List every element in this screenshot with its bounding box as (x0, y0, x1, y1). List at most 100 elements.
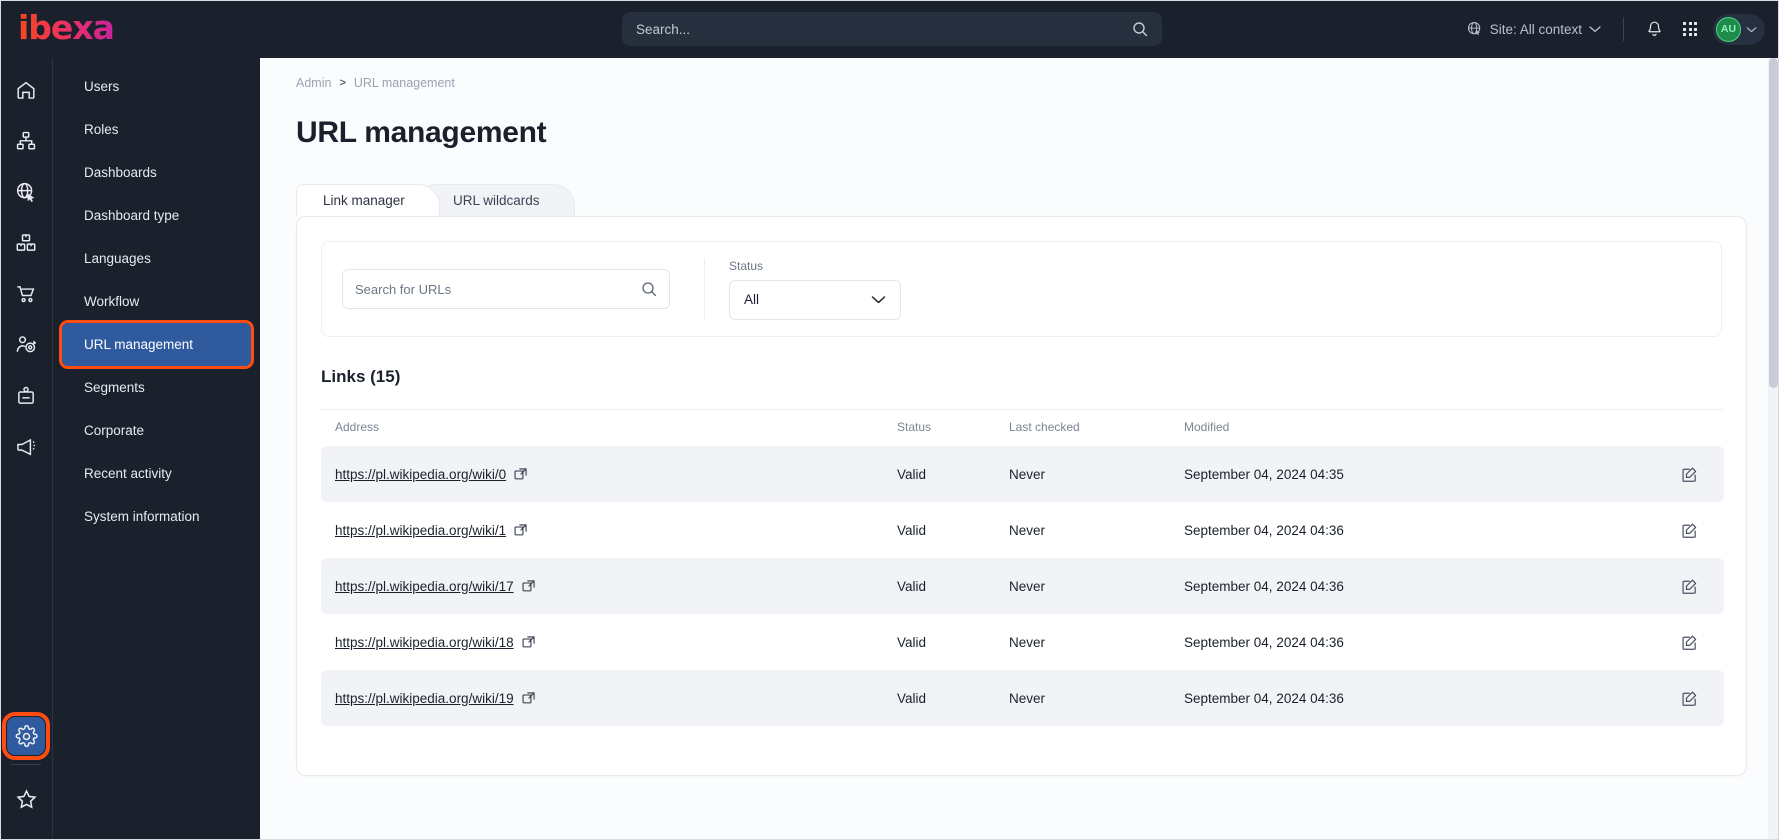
external-link-icon[interactable] (522, 691, 536, 705)
grid-icon (1683, 22, 1697, 36)
edit-link-button[interactable] (1604, 578, 1724, 595)
search-for-urls-input[interactable]: Search for URLs (342, 269, 670, 309)
sidebar-item-url-management[interactable]: URL management (59, 320, 254, 369)
cell-last-checked: Never (1009, 522, 1046, 538)
status-select[interactable]: All (729, 279, 901, 320)
rail-item-campaigns[interactable] (7, 428, 45, 466)
column-header-modified: Modified (1184, 409, 1604, 446)
sidebar-item-workflow[interactable]: Workflow (62, 280, 251, 323)
edit-link-button[interactable] (1604, 690, 1724, 707)
cell-modified: September 04, 2024 04:36 (1184, 522, 1344, 538)
cell-actions (1604, 558, 1724, 614)
sidebar-item-dashboards[interactable]: Dashboards (62, 151, 251, 194)
table-row[interactable]: https://pl.wikipedia.org/wiki/1 Valid Ne… (321, 502, 1724, 558)
global-search-input[interactable]: Search... (622, 12, 1162, 46)
site-context-label: Site: All context (1489, 21, 1582, 37)
cell-actions (1604, 502, 1724, 558)
notifications-button[interactable] (1636, 14, 1673, 44)
edit-link-button[interactable] (1604, 522, 1724, 539)
edit-link-button[interactable] (1604, 634, 1724, 651)
links-table-head: Address Status Last checked Modified (321, 409, 1724, 446)
sidebar-item-roles[interactable]: Roles (62, 108, 251, 151)
status-filter: Status All (729, 259, 901, 320)
app-grid-button[interactable] (1673, 16, 1707, 42)
breadcrumb: Admin > URL management (260, 58, 1779, 90)
table-header-row: Address Status Last checked Modified (321, 409, 1724, 446)
breadcrumb-admin[interactable]: Admin (296, 76, 331, 90)
cell-address: https://pl.wikipedia.org/wiki/17 (321, 558, 897, 614)
rail-item-bookmarks[interactable] (7, 780, 45, 818)
chevron-down-icon (1746, 26, 1757, 33)
filters-panel: Search for URLs Status All (321, 241, 1722, 337)
sidebar-item-languages[interactable]: Languages (62, 237, 251, 280)
links-table-body: https://pl.wikipedia.org/wiki/0 Valid Ne… (321, 446, 1724, 726)
cell-actions (1604, 446, 1724, 502)
rail-item-admin-settings[interactable] (2, 712, 50, 760)
rail-item-products[interactable] (7, 224, 45, 262)
cell-modified: September 04, 2024 04:35 (1184, 446, 1604, 502)
rail-divider (11, 764, 41, 765)
rail-item-site-preview[interactable] (7, 173, 45, 211)
cell-status: Valid (897, 634, 927, 650)
tab-link-manager-label: Link manager (323, 193, 405, 208)
rail-item-customers[interactable] (7, 326, 45, 364)
external-link-icon[interactable] (522, 579, 536, 593)
cell-actions (1604, 614, 1724, 670)
globe-icon (1467, 21, 1483, 37)
link-address[interactable]: https://pl.wikipedia.org/wiki/1 (335, 523, 506, 538)
sidebar-item-corporate[interactable]: Corporate (62, 409, 251, 452)
search-icon (1132, 21, 1148, 37)
edit-link-button[interactable] (1604, 466, 1724, 483)
edit-pencil-icon (1681, 578, 1698, 595)
edit-pencil-icon (1681, 634, 1698, 651)
ibexa-logo[interactable]: ibexa (18, 11, 115, 48)
cell-address: https://pl.wikipedia.org/wiki/18 (321, 614, 897, 670)
status-filter-label: Status (729, 258, 764, 273)
breadcrumb-current: URL management (353, 76, 455, 90)
user-menu[interactable]: AU (1713, 13, 1765, 45)
edit-pencil-icon (1681, 522, 1698, 539)
tab-link-manager[interactable]: Link manager (296, 184, 440, 216)
table-row[interactable]: https://pl.wikipedia.org/wiki/18 Valid N… (321, 614, 1724, 670)
application-window: ibexa Search... Site: All context AU Use… (0, 0, 1779, 840)
sidebar-item-users[interactable]: Users (62, 65, 251, 108)
cell-last-checked: Never (1009, 670, 1184, 726)
top-bar: ibexa Search... Site: All context AU (0, 0, 1779, 58)
page-scrollbar[interactable] (1768, 58, 1779, 840)
external-link-icon[interactable] (514, 467, 528, 481)
icon-rail (0, 58, 53, 840)
rail-item-home[interactable] (7, 71, 45, 109)
cell-address: https://pl.wikipedia.org/wiki/19 (321, 670, 897, 726)
scrollbar-thumb[interactable] (1769, 58, 1778, 388)
edit-pencil-icon (1681, 690, 1698, 707)
tab-url-wildcards[interactable]: URL wildcards (426, 184, 575, 216)
link-address[interactable]: https://pl.wikipedia.org/wiki/19 (335, 691, 514, 706)
sidebar-item-segments[interactable]: Segments (62, 366, 251, 409)
rail-item-cart[interactable] (7, 275, 45, 313)
cell-modified: September 04, 2024 04:36 (1184, 634, 1344, 650)
rail-item-content-structure[interactable] (7, 122, 45, 160)
link-address[interactable]: https://pl.wikipedia.org/wiki/0 (335, 467, 506, 482)
cell-status: Valid (897, 558, 1009, 614)
sidebar-item-system-information[interactable]: System information (62, 495, 251, 538)
site-context-selector[interactable]: Site: All context (1457, 15, 1611, 43)
cell-actions (1604, 670, 1724, 726)
top-bar-right: Site: All context AU (1457, 0, 1765, 58)
sidebar-item-dashboard-type[interactable]: Dashboard type (62, 194, 251, 237)
external-link-icon[interactable] (522, 635, 536, 649)
column-header-address: Address (321, 409, 897, 446)
cell-status: Valid (897, 446, 1009, 502)
link-address[interactable]: https://pl.wikipedia.org/wiki/18 (335, 635, 514, 650)
chevron-down-icon (1589, 25, 1601, 33)
table-row[interactable]: https://pl.wikipedia.org/wiki/17 Valid N… (321, 558, 1724, 614)
link-address[interactable]: https://pl.wikipedia.org/wiki/17 (335, 579, 514, 594)
external-link-icon[interactable] (514, 523, 528, 537)
table-row[interactable]: https://pl.wikipedia.org/wiki/19 Valid N… (321, 670, 1724, 726)
table-row[interactable]: https://pl.wikipedia.org/wiki/0 Valid Ne… (321, 446, 1724, 502)
sidebar-item-recent-activity[interactable]: Recent activity (62, 452, 251, 495)
cell-address: https://pl.wikipedia.org/wiki/0 (321, 446, 897, 502)
rail-item-corporate-account[interactable] (7, 377, 45, 415)
filters-divider (704, 258, 705, 320)
cell-status: Valid (897, 522, 927, 538)
avatar: AU (1716, 16, 1741, 42)
